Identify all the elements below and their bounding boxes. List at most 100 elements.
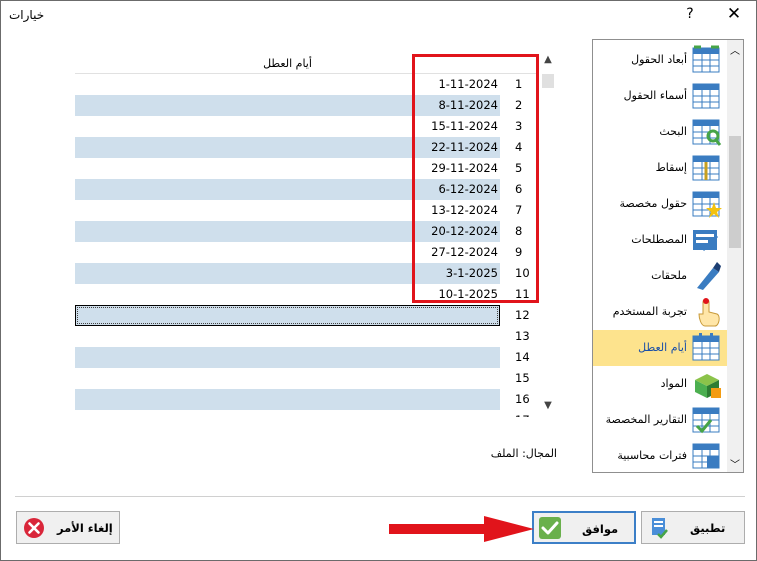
category-label: حقول مخصصة [619,197,687,210]
custom-reports-icon [692,407,720,434]
row-number: 2 [500,95,539,116]
cancel-button[interactable]: إلغاء الأمر [16,511,120,544]
grid-vertical-scrollbar[interactable]: ▲ ▼ [539,54,556,417]
row-number: 14 [500,347,539,368]
table-row[interactable]: 20-12-2024 8 [75,221,539,242]
row-number: 7 [500,200,539,221]
holiday-date-cell[interactable]: 22-11-2024 [75,137,500,158]
row-number: 16 [500,389,539,410]
close-button[interactable]: ✕ [723,4,745,24]
category-label: التقارير المخصصة [605,413,687,426]
table-row[interactable]: 1-11-2024 1 [75,74,539,95]
holiday-date-cell[interactable]: 3-1-2025 [75,263,500,284]
category-item[interactable]: حقول مخصصة [593,186,727,222]
row-number: 8 [500,221,539,242]
table-row[interactable]: 29-11-2024 5 [75,158,539,179]
terms-icon [693,230,719,252]
scroll-thumb[interactable] [542,74,554,88]
category-scrollbar[interactable]: ︿ ﹀ [727,40,743,472]
table-row[interactable]: 15-11-2024 3 [75,116,539,137]
holiday-date-cell[interactable] [75,326,500,347]
category-item[interactable]: البحث [593,114,727,150]
row-number: 9 [500,242,539,263]
holiday-date-cell[interactable]: 10-1-2025 [75,284,500,305]
category-item[interactable]: ملحقات [593,258,727,294]
table-row[interactable]: 27-12-2024 9 [75,242,539,263]
holiday-date-cell[interactable] [75,305,500,326]
category-label: إسقاط [655,161,687,174]
category-item[interactable]: تجربة المستخدم [593,294,727,330]
red-arrow-icon [389,516,534,542]
holiday-date-cell[interactable]: 15-11-2024 [75,116,500,137]
row-number: 6 [500,179,539,200]
category-label: المواد [660,377,687,390]
table-row[interactable]: 15 [75,368,539,389]
holiday-date-cell[interactable]: 29-11-2024 [75,158,500,179]
column-header-holidays[interactable]: أيام العطل [75,57,500,70]
user-experience-icon [698,298,720,327]
row-number: 5 [500,158,539,179]
holiday-date-cell[interactable]: 8-11-2024 [75,95,500,116]
category-label: ملحقات [651,269,687,282]
chevron-up-icon[interactable]: ︿ [728,42,742,57]
holiday-date-cell[interactable]: 27-12-2024 [75,242,500,263]
options-dialog: خيارات ? ✕ أيام العطل 1-11-2024 1 8-11-202… [0,0,757,561]
row-number: 4 [500,137,539,158]
table-row[interactable]: 14 [75,347,539,368]
table-row[interactable]: 3-1-2025 10 [75,263,539,284]
category-label: أيام العطل [638,341,687,354]
table-row[interactable]: 16 [75,389,539,410]
ok-button[interactable]: موافق [532,511,636,544]
apply-button[interactable]: تطبيق [641,511,745,544]
holiday-date-cell[interactable] [75,347,500,368]
category-label: المصطلحات [631,233,687,246]
grid-rows: 1-11-2024 1 8-11-2024 2 15-11-2024 3 22-11-202… [75,74,539,417]
category-item[interactable]: فترات محاسبية [593,438,727,472]
category-label: فترات محاسبية [617,449,687,462]
holiday-date-cell[interactable]: 13-12-2024 [75,200,500,221]
table-row[interactable]: 22-11-2024 4 [75,137,539,158]
field-width-icon [692,45,720,73]
table-row[interactable]: 17 [75,410,539,417]
search-grid-icon [692,119,722,146]
category-scroll-thumb[interactable] [729,136,741,248]
separator [15,496,745,497]
title-bar: خيارات ? ✕ [1,1,756,31]
drop-column-icon [692,155,720,181]
apply-document-icon [652,518,668,539]
row-number: 17 [500,410,539,417]
row-number: 13 [500,326,539,347]
category-item[interactable]: إسقاط [593,150,727,186]
cancel-label: إلغاء الأمر [57,521,113,535]
category-item[interactable]: المواد [593,366,727,402]
holiday-date-cell[interactable] [75,389,500,410]
category-item[interactable]: أيام العطل [593,330,727,366]
table-row[interactable]: 6-12-2024 6 [75,179,539,200]
row-number: 15 [500,368,539,389]
table-row[interactable]: 10-1-2025 11 [75,284,539,305]
category-item[interactable]: أبعاد الحقول [593,42,727,78]
custom-fields-icon [692,191,722,218]
holiday-date-cell[interactable]: 20-12-2024 [75,221,500,242]
row-number: 10 [500,263,539,284]
holiday-date-cell[interactable]: 1-11-2024 [75,74,500,95]
table-row[interactable]: 13 [75,326,539,347]
category-item[interactable]: التقارير المخصصة [593,402,727,438]
holiday-date-cell[interactable]: 6-12-2024 [75,179,500,200]
category-label: أسماء الحقول [623,89,687,102]
scroll-up-icon[interactable]: ▲ [541,54,555,65]
category-label: البحث [659,125,687,138]
holiday-date-cell[interactable] [75,368,500,389]
table-row[interactable]: 13-12-2024 7 [75,200,539,221]
help-button[interactable]: ? [683,6,697,22]
category-item[interactable]: أسماء الحقول [593,78,727,114]
scroll-down-icon[interactable]: ▼ [541,400,555,411]
category-item[interactable]: المصطلحات [593,222,727,258]
category-label: أبعاد الحقول [631,53,687,66]
row-number: 11 [500,284,539,305]
chevron-down-icon[interactable]: ﹀ [728,456,742,471]
holiday-date-cell[interactable] [75,410,500,417]
table-row[interactable]: 12 [75,305,539,326]
table-row[interactable]: 8-11-2024 2 [75,95,539,116]
dialog-title: خيارات [9,8,45,22]
